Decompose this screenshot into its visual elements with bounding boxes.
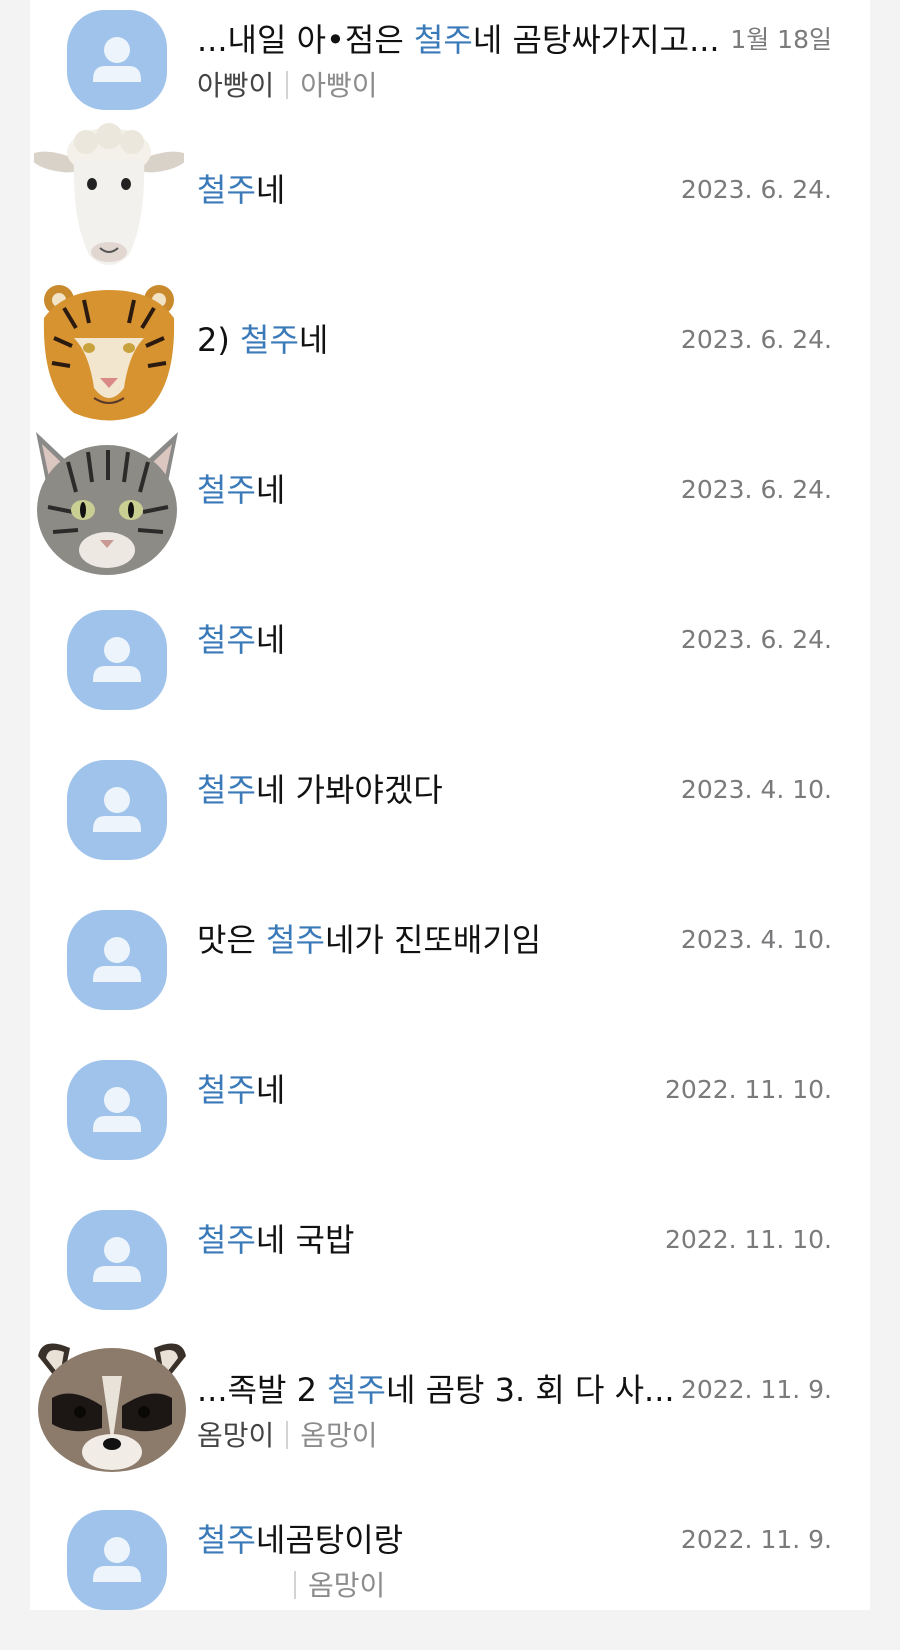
default-avatar-icon bbox=[67, 1060, 167, 1160]
message-date: 2022. 11. 9. bbox=[680, 1375, 832, 1404]
keyword-highlight: 철주 bbox=[197, 171, 256, 209]
keyword-highlight: 철주 bbox=[240, 321, 299, 359]
keyword-highlight: 철주 bbox=[197, 1521, 256, 1559]
message-snippet: 철주네 가봐야겠다 bbox=[197, 771, 443, 809]
cat-face bbox=[28, 422, 178, 575]
divider bbox=[286, 71, 289, 99]
keyword-highlight: 철주 bbox=[197, 1221, 256, 1259]
message-date: 2022. 11. 10. bbox=[665, 1075, 832, 1104]
chat-room-name: 옴망이 bbox=[300, 1419, 378, 1452]
sender-name: 아빵이 bbox=[197, 69, 275, 102]
chat-room-info: 옴망이 bbox=[282, 1568, 385, 1604]
default-avatar-icon bbox=[67, 10, 167, 110]
result-row[interactable]: ...족발 2 철주네 곰탕 3. 회 다 사... 2022. 11. 9. … bbox=[30, 1343, 870, 1500]
result-row[interactable]: 철주네 2023. 6. 24. bbox=[30, 600, 870, 750]
keyword-highlight: 철주 bbox=[197, 471, 256, 509]
chat-room-info: 옴망이 옴망이 bbox=[197, 1418, 378, 1454]
default-avatar-icon bbox=[67, 1510, 167, 1610]
default-avatar-icon bbox=[67, 610, 167, 710]
sender-name: 옴망이 bbox=[197, 1419, 275, 1452]
result-row[interactable]: 철주네 가봐야겠다 2023. 4. 10. bbox=[30, 750, 870, 900]
raccoon-face bbox=[32, 1336, 186, 1486]
default-avatar-icon bbox=[67, 760, 167, 860]
message-date: 2023. 6. 24. bbox=[680, 475, 832, 504]
divider bbox=[294, 1571, 296, 1599]
message-date: 2022. 11. 10. bbox=[665, 1225, 832, 1254]
sheep-face bbox=[34, 120, 184, 270]
message-snippet: 철주네 bbox=[197, 621, 286, 659]
message-snippet: 철주네곰탕이랑 bbox=[197, 1521, 404, 1559]
result-row[interactable]: 철주네 2022. 11. 10. bbox=[30, 1050, 870, 1200]
message-snippet: 맛은 철주네가 진또배기임 bbox=[197, 921, 542, 959]
message-snippet: 2) 철주네 bbox=[197, 321, 329, 359]
message-snippet: 철주네 국밥 bbox=[197, 1221, 355, 1259]
message-snippet: 철주네 bbox=[197, 171, 286, 209]
result-row[interactable]: 맛은 철주네가 진또배기임 2023. 4. 10. bbox=[30, 900, 870, 1050]
keyword-highlight: 철주 bbox=[413, 21, 473, 59]
keyword-highlight: 철주 bbox=[266, 921, 325, 959]
search-results-list: ...내일 아•점은 철주네 곰탕싸가지고... 1월 18일 아빵이 아빵이 bbox=[30, 0, 870, 1610]
message-date: 2023. 6. 24. bbox=[680, 625, 832, 654]
keyword-highlight: 철주 bbox=[197, 1071, 256, 1109]
message-snippet: ...족발 2 철주네 곰탕 3. 회 다 사... bbox=[197, 1371, 675, 1409]
message-snippet: 철주네 bbox=[197, 471, 286, 509]
result-row[interactable]: 철주네 국밥 2022. 11. 10. bbox=[30, 1200, 870, 1350]
result-row[interactable]: 철주네곰탕이랑 2022. 11. 9. 옴망이 bbox=[30, 1500, 870, 1650]
divider bbox=[286, 1421, 289, 1449]
message-date: 2023. 4. 10. bbox=[680, 775, 832, 804]
tiger-face bbox=[34, 278, 184, 428]
message-snippet: ...내일 아•점은 철주네 곰탕싸가지고... bbox=[197, 21, 720, 59]
message-date: 2022. 11. 9. bbox=[680, 1525, 832, 1554]
keyword-highlight: 철주 bbox=[327, 1371, 386, 1409]
message-date: 2023. 4. 10. bbox=[680, 925, 832, 954]
keyword-highlight: 철주 bbox=[197, 771, 256, 809]
message-date: 1월 18일 bbox=[730, 25, 832, 54]
keyword-highlight: 철주 bbox=[197, 621, 256, 659]
chat-room-name: 옴망이 bbox=[308, 1569, 386, 1602]
default-avatar-icon bbox=[67, 910, 167, 1010]
chat-room-name: 아빵이 bbox=[300, 69, 378, 102]
message-snippet: 철주네 bbox=[197, 1071, 286, 1109]
message-date: 2023. 6. 24. bbox=[680, 325, 832, 354]
chat-room-info: 아빵이 아빵이 bbox=[197, 68, 378, 104]
message-date: 2023. 6. 24. bbox=[680, 175, 832, 204]
result-row[interactable]: 철주네 2023. 6. 24. bbox=[30, 432, 870, 600]
default-avatar-icon bbox=[67, 1210, 167, 1310]
